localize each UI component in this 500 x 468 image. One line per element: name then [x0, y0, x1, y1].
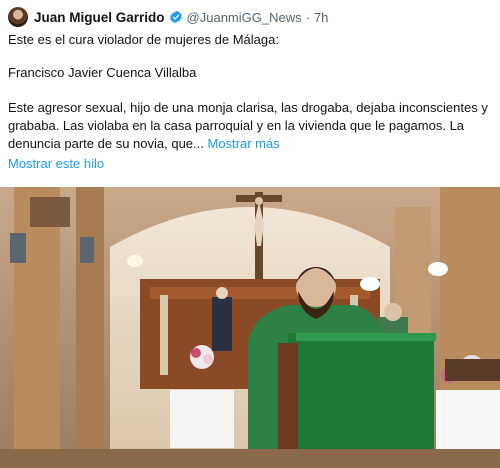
verified-badge-icon: [169, 10, 183, 24]
author-handle[interactable]: @JuanmiGG_News: [187, 10, 302, 25]
tweet-line-1: Este es el cura violador de mujeres de M…: [8, 32, 279, 47]
tweet-line-2: Francisco Javier Cuenca Villalba: [8, 65, 197, 80]
author-avatar[interactable]: [8, 7, 28, 27]
tweet-header: Juan Miguel Garrido @JuanmiGG_News · 7h: [8, 6, 328, 28]
author-name[interactable]: Juan Miguel Garrido: [34, 10, 165, 25]
show-thread-link[interactable]: Mostrar este hilo: [8, 156, 104, 171]
tweet-video[interactable]: [0, 187, 500, 468]
tweet-timestamp[interactable]: 7h: [314, 10, 328, 25]
tweet-line-3: Este agresor sexual, hijo de una monja c…: [8, 99, 494, 153]
separator-dot: ·: [305, 9, 310, 25]
church-scene-image: [0, 187, 500, 468]
show-more-link[interactable]: Mostrar más: [208, 136, 280, 151]
